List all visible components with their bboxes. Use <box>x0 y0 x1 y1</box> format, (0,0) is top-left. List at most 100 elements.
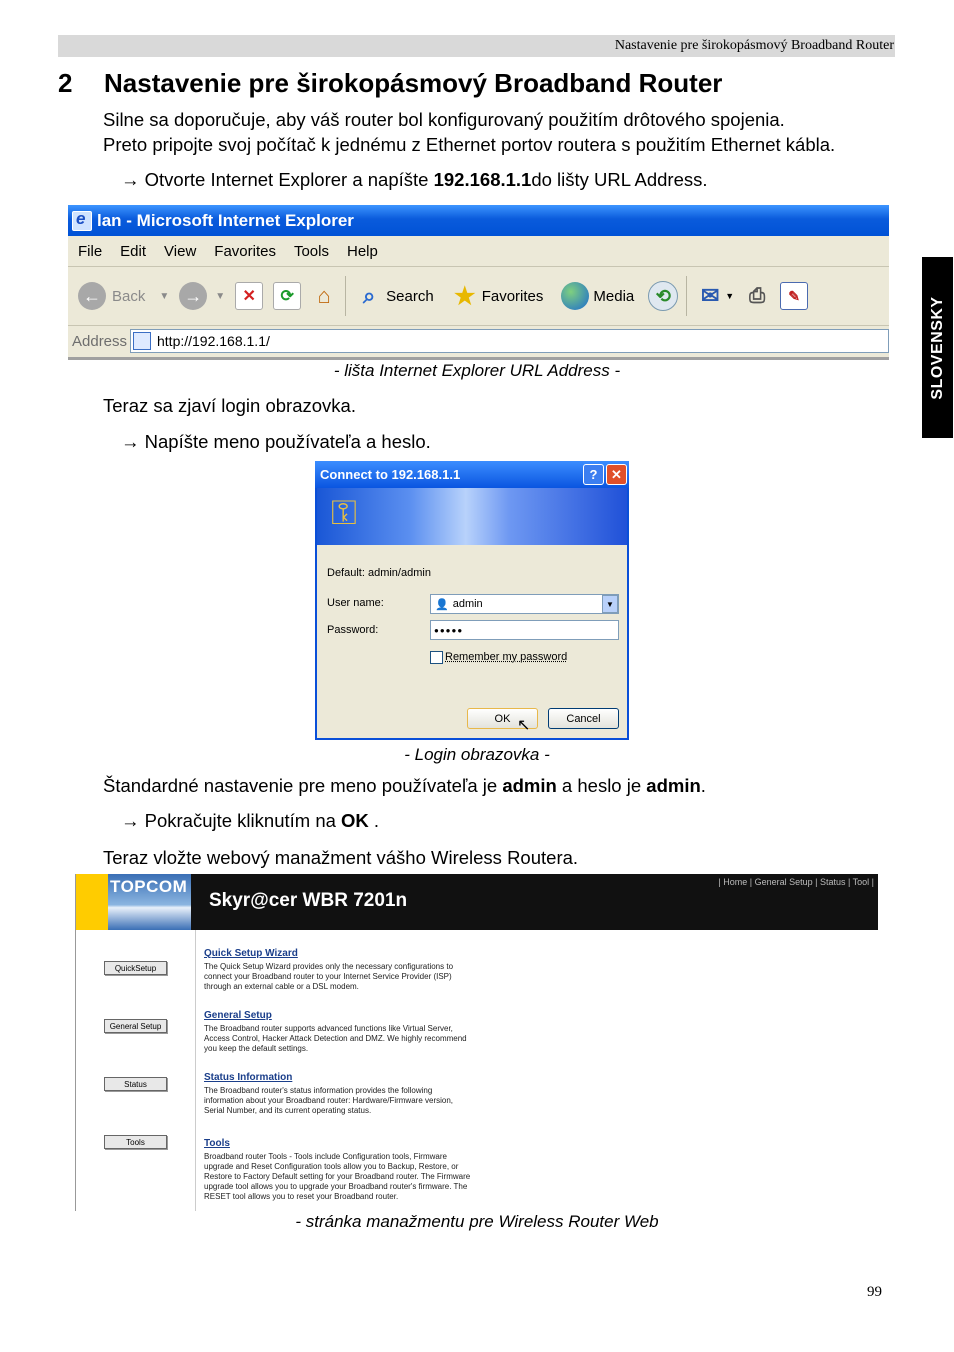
intro-line-2: Preto pripojte svoj počítač k jednému z … <box>103 134 836 155</box>
print-button[interactable]: ⎙ <box>744 283 770 309</box>
refresh-icon: ⟳ <box>273 282 302 310</box>
tools-desc: Broadband router Tools - Tools include C… <box>204 1152 471 1201</box>
stop-button[interactable]: ✕ <box>235 282 264 310</box>
url-value: http://192.168.1.1/ <box>157 333 270 349</box>
mouse-cursor-icon: ↖ <box>517 717 531 734</box>
back-button[interactable]: ← Back ▼ <box>78 282 169 310</box>
ie-caption: - lišta Internet Explorer URL Address - <box>333 361 621 380</box>
section-title: Nastavenie pre širokopásmový Broadband R… <box>104 68 723 98</box>
page-icon <box>133 332 151 350</box>
topcom-logo-text: TOPCOM <box>110 877 188 896</box>
back-arrow-icon: ← <box>78 282 106 310</box>
refresh-button[interactable]: ⟳ <box>273 282 302 310</box>
topcom-yellow-block <box>76 874 108 930</box>
printer-icon: ⎙ <box>749 284 766 307</box>
address-label: Address <box>72 332 128 350</box>
menu-help[interactable]: Help <box>347 243 378 260</box>
default-credentials-hint: Default: admin/admin <box>327 567 431 579</box>
forward-button[interactable]: → ▼ <box>179 282 225 310</box>
dialog-banner: ⚿ <box>317 488 627 545</box>
search-icon: ⌕ <box>363 283 376 308</box>
cancel-button[interactable]: Cancel <box>548 708 619 729</box>
star-icon: ★ <box>453 282 476 310</box>
status-information-desc: The Broadband router's status informatio… <box>204 1086 454 1115</box>
router-model: Skyr@cer WBR 7201n <box>209 890 408 911</box>
management-intro: Teraz vložte webový manažment vášho Wire… <box>103 847 579 868</box>
ie-logo-icon <box>72 209 92 231</box>
arrow-icon: → <box>121 431 145 452</box>
stop-icon: ✕ <box>235 282 264 310</box>
web-header: TOPCOM Skyr@cer WBR 7201n | Home | Gener… <box>76 874 878 930</box>
edit-icon: ✎ <box>780 282 809 310</box>
history-icon: ⟲ <box>648 281 679 311</box>
web-sidebar: QuickSetup General Setup Status Tools <box>76 930 196 1211</box>
home-button[interactable]: ⌂ <box>311 283 337 309</box>
mail-icon: ✉ <box>701 283 720 308</box>
top-nav-links[interactable]: | Home | General Setup | Status | Tool | <box>718 877 874 887</box>
ie-toolbar: ← Back ▼ → ▼ ✕ ⟳ ⌂ ⌕ Search ★ Favorites Media… <box>68 267 889 326</box>
remember-label: Remember my password <box>445 651 568 663</box>
home-icon: ⌂ <box>317 283 331 308</box>
chevron-down-icon[interactable]: ▼ <box>602 595 618 613</box>
url-field[interactable]: http://192.168.1.1/ <box>130 329 889 353</box>
forward-arrow-icon: → <box>179 282 208 310</box>
status-button[interactable]: Status <box>104 1077 167 1091</box>
help-button[interactable]: ? <box>583 464 604 485</box>
dialog-body: Default: admin/admin User name: 👤 admin ▼ … <box>317 545 627 738</box>
favorites-button[interactable]: ★ Favorites <box>452 282 543 310</box>
quick-setup-desc: The Quick Setup Wizard provides only the… <box>204 962 454 991</box>
section-number: 2 <box>58 68 73 98</box>
menu-favorites[interactable]: Favorites <box>214 243 276 260</box>
status-information-link[interactable]: Status Information <box>204 1073 292 1083</box>
quicksetup-button[interactable]: QuickSetup <box>104 961 167 975</box>
media-button[interactable]: Media <box>561 282 634 310</box>
tools-button[interactable]: Tools <box>104 1135 167 1149</box>
password-field[interactable]: ●●●●● <box>430 620 619 640</box>
arrow-icon: → <box>121 810 145 831</box>
section-heading: 2 Nastavenie pre širokopásmový Broadband … <box>58 68 722 99</box>
quick-setup-wizard-link[interactable]: Quick Setup Wizard <box>204 949 298 959</box>
step-enter-credentials: → Napíšte meno používateľa a heslo. <box>121 431 431 452</box>
mail-button[interactable]: ✉ ▼ <box>697 283 734 309</box>
ie-menu-bar: File Edit View Favorites Tools Help <box>68 236 889 267</box>
user-icon: 👤 <box>435 598 449 611</box>
intro-line-1: Silne sa doporučuje, aby váš router bol … <box>103 109 785 130</box>
history-button[interactable]: ⟲ <box>648 281 679 311</box>
running-header-title: Nastavenie pre širokopásmový Broadband R… <box>614 38 894 53</box>
language-side-tab: SLOVENSKY <box>922 257 953 438</box>
tools-link[interactable]: Tools <box>204 1139 230 1149</box>
menu-file[interactable]: File <box>78 243 102 260</box>
password-label: Password: <box>327 624 379 636</box>
search-button[interactable]: ⌕ Search <box>356 283 434 309</box>
remember-checkbox[interactable] <box>430 651 443 664</box>
general-setup-desc: The Broadband router supports advanced f… <box>204 1024 467 1053</box>
close-button[interactable]: ✕ <box>606 464 627 485</box>
step-click-ok: → Pokračujte kliknutím na OK . <box>121 810 380 831</box>
username-field[interactable]: 👤 admin ▼ <box>430 594 619 614</box>
media-globe-icon <box>561 282 590 310</box>
arrow-icon: → <box>121 169 145 190</box>
keys-icon: ⚿ <box>331 494 357 532</box>
dialog-title: Connect to 192.168.1.1 <box>320 467 461 482</box>
web-caption: - stránka manažmentu pre Wireless Router… <box>295 1212 659 1231</box>
menu-view[interactable]: View <box>164 243 196 260</box>
menu-tools[interactable]: Tools <box>294 243 329 260</box>
page-number: 99 <box>867 1284 882 1300</box>
address-bar: Address http://192.168.1.1/ <box>68 326 889 356</box>
login-intro: Teraz sa zjaví login obrazovka. <box>103 395 356 416</box>
step-open-ie: → Otvorte Internet Explorer a napíšte 19… <box>121 169 708 190</box>
ip-address: 192.168.1.1 <box>433 169 532 190</box>
menu-edit[interactable]: Edit <box>120 243 146 260</box>
default-credentials-text: Štandardné nastavenie pre meno používate… <box>103 775 706 796</box>
ie-window-screenshot: lan - Microsoft Internet Explorer File E… <box>68 205 889 360</box>
dialog-title-bar: Connect to 192.168.1.1 ? ✕ <box>315 461 629 488</box>
general-setup-link[interactable]: General Setup <box>204 1011 272 1021</box>
username-label: User name: <box>327 597 384 609</box>
general-setup-button[interactable]: General Setup <box>104 1019 167 1033</box>
login-dialog: Connect to 192.168.1.1 ? ✕ ⚿ Default: adm… <box>315 461 629 740</box>
edit-button[interactable]: ✎ <box>780 282 809 310</box>
login-caption: - Login obrazovka - <box>404 745 550 764</box>
ie-title-bar: lan - Microsoft Internet Explorer <box>68 205 889 236</box>
language-label: SLOVENSKY <box>928 295 946 400</box>
router-web-screenshot: TOPCOM Skyr@cer WBR 7201n | Home | Gener… <box>75 874 878 1211</box>
